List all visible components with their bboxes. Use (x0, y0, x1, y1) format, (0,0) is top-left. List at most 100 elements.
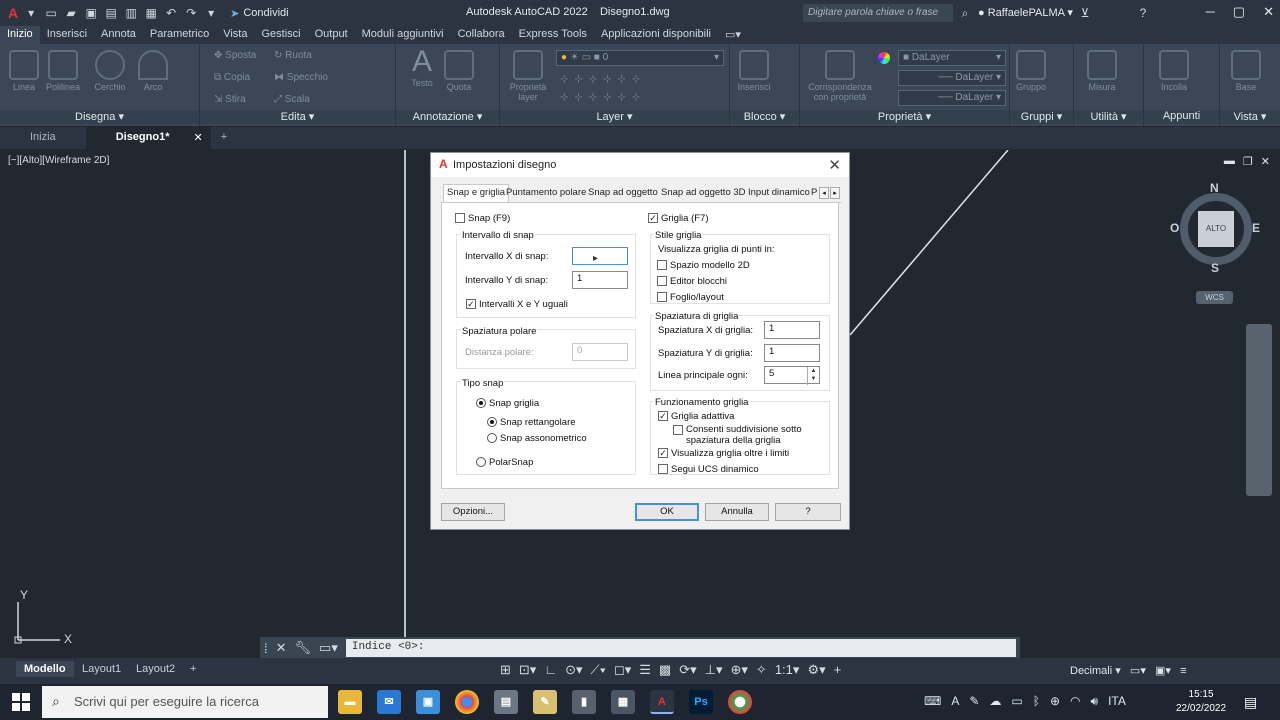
measure-button[interactable]: Misura (1082, 50, 1122, 92)
keyword-search-input[interactable]: Digitare parola chiave o frase (803, 4, 953, 22)
dimension-button[interactable]: Quota (442, 50, 476, 92)
viewport-restore-icon[interactable]: ❐ (1243, 155, 1253, 168)
linetype-combo[interactable]: ── DaLayer ▾ (898, 90, 1006, 106)
properties-group-label[interactable]: Proprietà ▾ (800, 110, 1009, 124)
circle-button[interactable]: Cerchio (90, 50, 130, 92)
grid-sheet-layout-checkbox[interactable] (657, 292, 667, 302)
bluetooth-icon[interactable]: ᛒ (1033, 694, 1040, 709)
lineweight-icon[interactable]: ☰ (639, 662, 651, 678)
viewport-minimize-icon[interactable]: ▬ (1224, 155, 1235, 168)
tab-polar-tracking[interactable]: Puntamento polare (506, 187, 586, 198)
autocad-logo[interactable]: A (8, 5, 18, 21)
color-combo[interactable]: ■ DaLayer ▾ (898, 50, 1006, 66)
cart-icon[interactable]: ⊻ (1078, 6, 1092, 20)
major-line-spinner[interactable]: ▲ ▼ (807, 367, 819, 385)
tab-express-tools[interactable]: Express Tools (512, 26, 594, 44)
recent-commands-icon[interactable]: ▭▾ (319, 640, 338, 656)
grid-on-checkbox[interactable]: ✓ (648, 213, 658, 223)
notifications-icon[interactable]: ▤ (1244, 694, 1257, 711)
transparency-icon[interactable]: ▩ (659, 662, 671, 678)
device-icon[interactable]: ▮ (572, 690, 596, 714)
tab-snap-grid[interactable]: Snap e griglia (443, 184, 510, 202)
wrench-icon[interactable]: 🔧︎ (295, 640, 312, 656)
isodraft-icon[interactable]: ⟋▾ (590, 662, 605, 678)
ok-button[interactable]: OK (635, 503, 699, 521)
calculator-icon[interactable]: ▦ (611, 690, 635, 714)
save-as-icon[interactable]: ▤ (104, 6, 118, 20)
arc-button[interactable]: Arco (136, 50, 170, 92)
tab-scroll-left-icon[interactable]: ◂ (819, 187, 829, 199)
polarsnap-radio[interactable] (476, 457, 486, 467)
rotate-button[interactable]: ↻ Ruota (274, 50, 312, 61)
viewcube-top-face[interactable]: ALTO (1198, 211, 1234, 247)
ortho-icon[interactable]: ∟ (544, 662, 557, 678)
maximize-icon[interactable]: ▢ (1233, 4, 1245, 20)
customize-chevron-icon[interactable]: ▾ (204, 6, 218, 20)
adaptive-grid-checkbox[interactable]: ✓ (658, 411, 668, 421)
tab-annotate[interactable]: Annota (94, 26, 143, 44)
view-group-label[interactable]: Vista ▾ (1220, 110, 1280, 124)
layer-properties-button[interactable]: Proprietà layer (508, 50, 548, 102)
tab-object-snap[interactable]: Snap ad oggetto (588, 187, 658, 198)
lineweight-combo[interactable]: ── DaLayer ▾ (898, 70, 1006, 86)
network-icon[interactable]: ⊕ (1050, 694, 1060, 709)
tab-dynamic-input[interactable]: Input dinamico (748, 187, 810, 198)
tab-overflow[interactable]: P (811, 187, 817, 198)
tab-featured-apps[interactable]: Applicazioni disponibili (594, 26, 718, 44)
layer-combo[interactable]: ● ☀ ▭ ■ 0 ▾ (556, 50, 724, 66)
follow-dynamic-ucs-checkbox[interactable] (658, 464, 668, 474)
utilities-group-label[interactable]: Utilità ▾ (1074, 110, 1143, 124)
search-icon[interactable]: ⌕ (958, 6, 972, 20)
block-group-label[interactable]: Blocco ▾ (730, 110, 799, 124)
equal-xy-checkbox[interactable]: ✓ (466, 299, 476, 309)
plot-icon[interactable]: ▦ (144, 6, 158, 20)
groups-group-label[interactable]: Gruppi ▾ (1010, 110, 1073, 124)
base-view-button[interactable]: Base (1228, 50, 1264, 92)
scale-icon[interactable]: 1:1▾ (775, 662, 800, 678)
tab-object-snap-3d[interactable]: Snap ad oggetto 3D (661, 187, 746, 198)
file-explorer-icon[interactable]: ▬ (338, 690, 362, 714)
minimize-icon[interactable]: ─ (1206, 4, 1215, 20)
navigation-bar[interactable] (1246, 324, 1272, 496)
tab-home[interactable]: Inizio (0, 26, 40, 44)
tab-view[interactable]: Vista (216, 26, 254, 44)
allow-subdivision-checkbox[interactable] (673, 425, 683, 435)
move-button[interactable]: ✥ Sposta (214, 50, 256, 61)
new-file-icon[interactable]: ▭ (44, 6, 58, 20)
polyline-button[interactable]: Polilinea (42, 50, 84, 92)
edit-group-label[interactable]: Edita ▾ (200, 110, 395, 124)
polar-icon[interactable]: ⊙▾ (565, 662, 582, 678)
compass-north[interactable]: N (1210, 181, 1219, 195)
options-button[interactable]: Opzioni... (441, 503, 505, 521)
paste-button[interactable]: Incolla (1154, 50, 1194, 92)
grid-snap-radio[interactable] (476, 398, 486, 408)
grid-y-input[interactable]: 1 (764, 344, 820, 362)
plus-icon[interactable]: + (834, 662, 842, 678)
dialog-close-icon[interactable]: ✕ (828, 156, 841, 174)
polar-distance-input[interactable]: 0 (572, 343, 628, 361)
tab-manage[interactable]: Gestisci (254, 26, 307, 44)
document-icon[interactable]: ▤ (494, 690, 518, 714)
chrome-icon[interactable] (455, 690, 479, 714)
compass-south[interactable]: S (1211, 261, 1219, 275)
isometric-snap-radio[interactable] (487, 433, 497, 443)
taskbar-search-input[interactable]: ⌕ Scrivi qui per eseguire la ricerca (42, 686, 328, 718)
open-folder-icon[interactable]: ▰ (64, 6, 78, 20)
volume-icon[interactable]: 🔊︎ (1091, 694, 1099, 709)
gear-icon[interactable]: ⚙▾ (807, 662, 825, 678)
viewport-close-icon[interactable]: ✕ (1261, 155, 1270, 168)
tab-addins[interactable]: Moduli aggiuntivi (355, 26, 451, 44)
user-account[interactable]: ● RaffaelePALMA ▾ (978, 6, 1073, 19)
major-line-input[interactable]: 5 ▲ ▼ (764, 366, 820, 385)
keyboard-icon[interactable]: ⌨ (924, 694, 941, 709)
windows-start-icon[interactable] (12, 693, 30, 711)
ribbon-toggle-icon[interactable]: ▭▾ (718, 26, 748, 44)
new-tab-button[interactable]: + (211, 127, 237, 149)
cloud-icon[interactable]: ☁ (989, 694, 1001, 709)
tab-parametric[interactable]: Parametrico (143, 26, 216, 44)
layer-tools-row-1[interactable]: ⊹⊹⊹⊹⊹⊹ (560, 74, 646, 85)
dialog-title-bar[interactable]: A Impostazioni disegno ✕ (431, 153, 849, 177)
tab-output[interactable]: Output (308, 26, 355, 44)
close-icon[interactable]: ✕ (1263, 4, 1274, 20)
osnap-icon[interactable]: ◻▾ (614, 662, 631, 678)
